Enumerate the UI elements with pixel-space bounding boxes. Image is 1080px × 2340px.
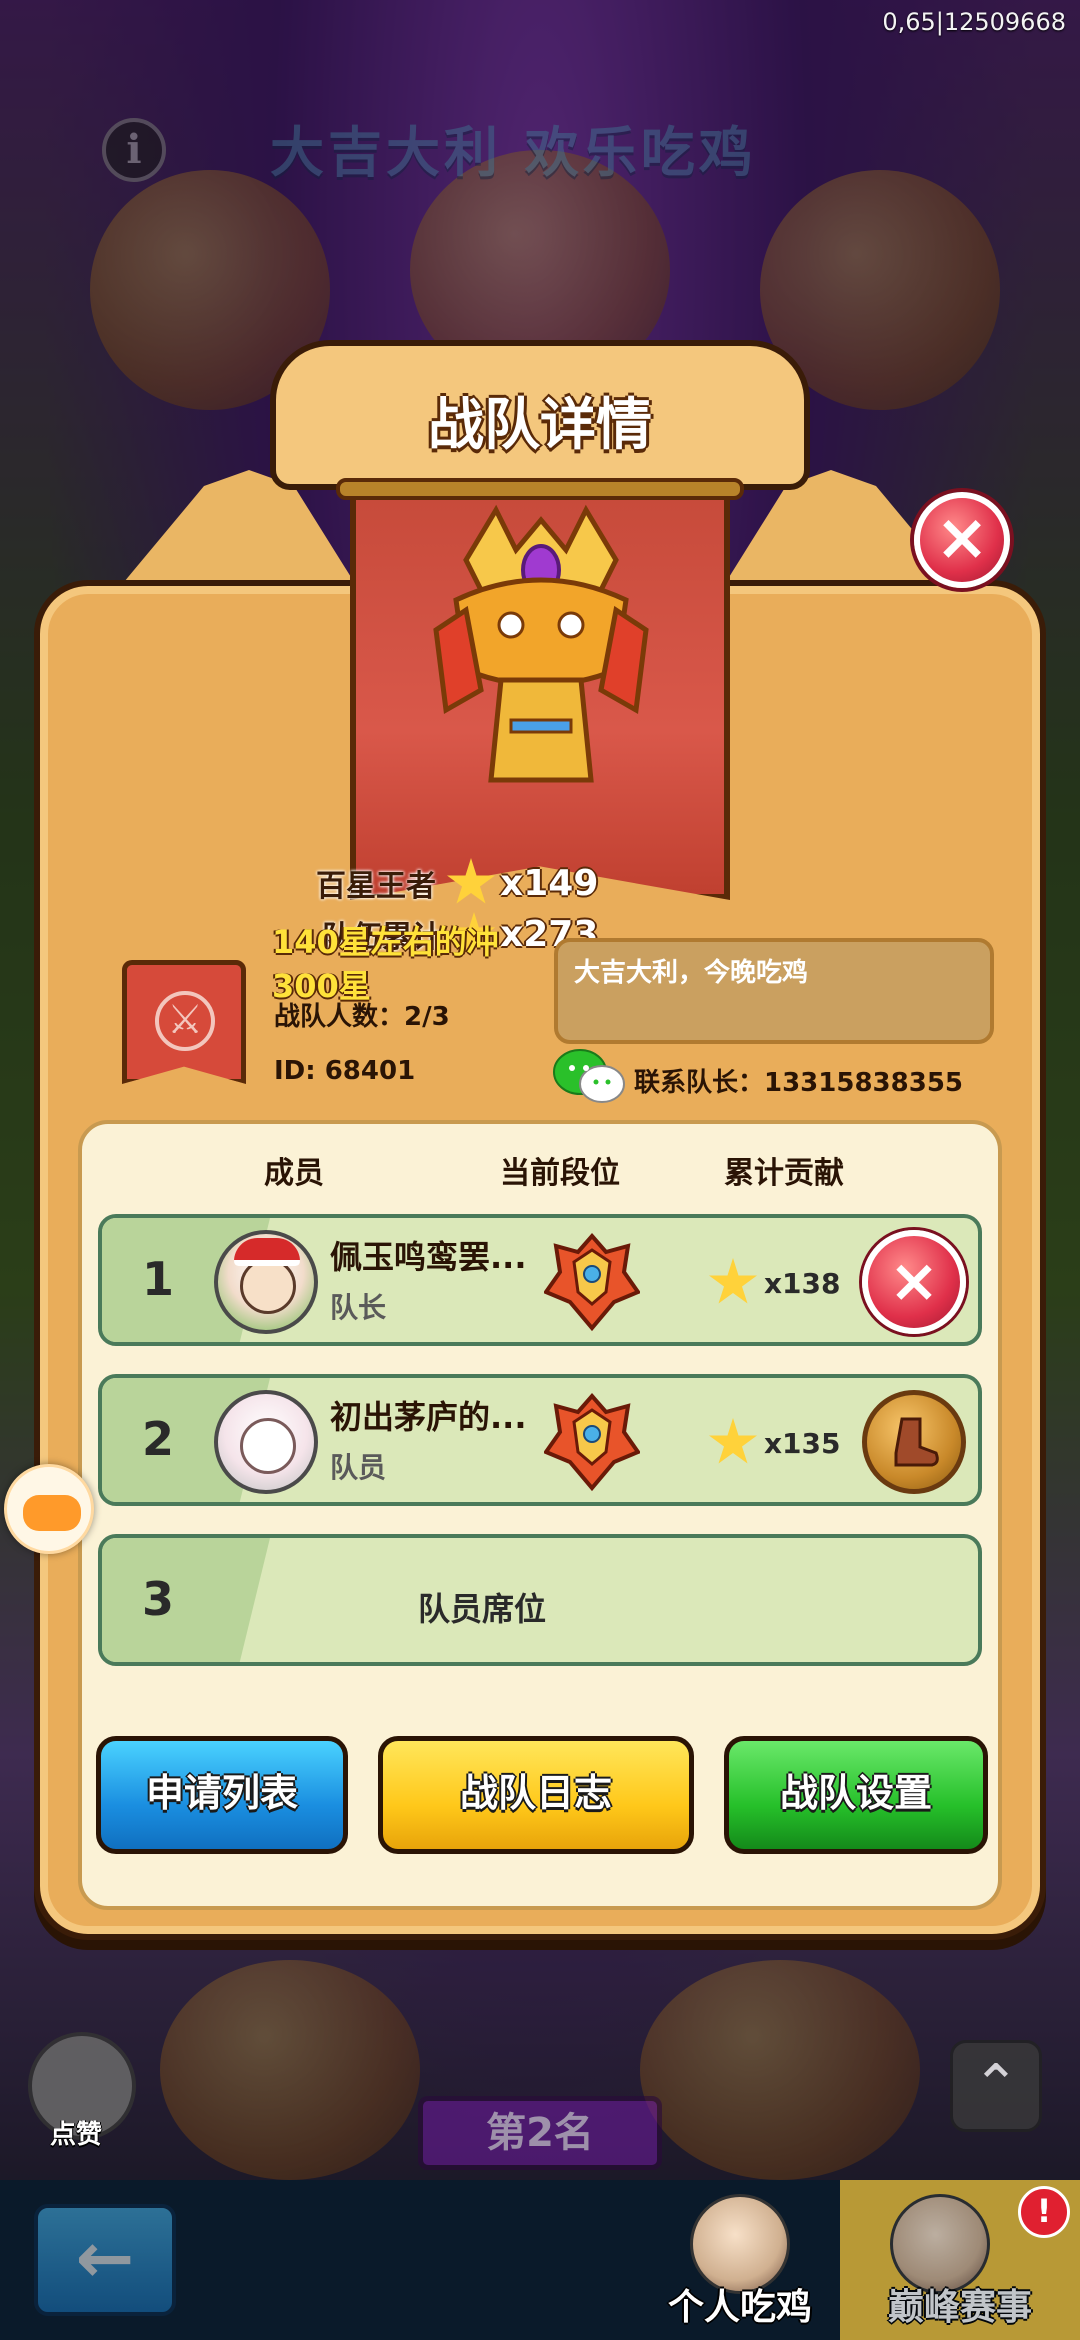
close-button[interactable]: × bbox=[914, 492, 1010, 588]
team-name: 140星左右的冲300星 bbox=[272, 923, 499, 1005]
member-name: 佩玉鸣鸾罢... bbox=[330, 1238, 527, 1276]
boot-icon bbox=[894, 1417, 939, 1467]
member-name: 初出茅庐的... bbox=[330, 1398, 527, 1436]
like-label: 点赞 bbox=[50, 2120, 103, 2150]
star-icon bbox=[709, 1258, 757, 1304]
team-log-button[interactable]: 战队日志 bbox=[378, 1736, 694, 1854]
avatar[interactable] bbox=[214, 1390, 318, 1494]
sword-icon: ⚔ bbox=[155, 991, 215, 1051]
star-icon bbox=[709, 1418, 757, 1464]
member-number: 2 bbox=[142, 1412, 175, 1466]
captain-contact: 联系队长：13315838355 bbox=[634, 1068, 963, 1098]
member-number: 1 bbox=[142, 1252, 175, 1306]
row-number-strip bbox=[102, 1538, 270, 1662]
floating-gamepad-button[interactable] bbox=[4, 1464, 94, 1554]
santa-hat-icon bbox=[234, 1238, 300, 1266]
avatar-face bbox=[240, 1418, 296, 1474]
wechat-icon bbox=[553, 1049, 625, 1103]
banner-rod bbox=[336, 478, 744, 500]
column-header-contribution: 累计贡献 bbox=[724, 1156, 844, 1191]
member-role: 队员 bbox=[330, 1451, 387, 1484]
rank-badge-icon bbox=[544, 1392, 640, 1492]
close-x-icon: × bbox=[935, 501, 989, 575]
kick-x-icon: × bbox=[888, 1246, 940, 1316]
tab-solo[interactable]: 个人吃鸡 bbox=[640, 2180, 840, 2340]
avatar[interactable] bbox=[214, 1230, 318, 1334]
team-id: ID: 68401 bbox=[274, 1056, 416, 1086]
team-settings-button[interactable]: 战队设置 bbox=[724, 1736, 988, 1854]
contribution-value: x135 bbox=[764, 1426, 841, 1460]
tab-label: 巅峰赛事 bbox=[887, 2287, 1032, 2328]
rank-badge-icon bbox=[544, 1232, 640, 1332]
member-row[interactable]: 1 佩玉鸣鸾罢... 队长 x138 × bbox=[98, 1214, 982, 1346]
hundred-star-value: x149 bbox=[500, 862, 599, 904]
avatar-face bbox=[240, 1258, 296, 1314]
arrow-left-icon: ← bbox=[75, 2217, 135, 2299]
hundred-star-label: 百星王者 bbox=[316, 869, 436, 904]
empty-member-slot[interactable]: 3 队员席位 bbox=[98, 1534, 982, 1666]
dialog-title: 战队详情 bbox=[428, 393, 652, 458]
debug-readout: 0,65|12509668 bbox=[882, 8, 1066, 36]
member-count: 战队人数：2/3 bbox=[274, 1002, 450, 1032]
team-slogan: 大吉大利，今晚吃鸡 bbox=[554, 938, 994, 1044]
dragon-rank-emblem-icon bbox=[433, 504, 649, 783]
member-row[interactable]: 2 初出茅庐的... 队员 x135 bbox=[98, 1374, 982, 1506]
chevron-up-icon: ⌃ bbox=[972, 2053, 1020, 2118]
slot-number: 3 bbox=[142, 1572, 175, 1626]
team-details-dialog: 战队详情 × 百星王者 x149 队伍累计 x273 ⚔ 140星左右的冲300… bbox=[34, 340, 1046, 1940]
alert-badge: ! bbox=[1018, 2186, 1070, 2238]
kick-member-button[interactable]: × bbox=[862, 1230, 966, 1334]
rank-label: 第2名 bbox=[418, 2096, 662, 2170]
contribution: x135 bbox=[708, 1418, 841, 1468]
gamepad-icon bbox=[23, 1495, 81, 1531]
slot-label: 队员席位 bbox=[418, 1590, 547, 1628]
member-role: 队长 bbox=[330, 1291, 387, 1324]
scroll-up-button[interactable]: ⌃ bbox=[950, 2040, 1042, 2132]
contribution-value: x138 bbox=[764, 1266, 841, 1300]
column-header-rank: 当前段位 bbox=[500, 1156, 620, 1191]
apply-list-button[interactable]: 申请列表 bbox=[96, 1736, 348, 1854]
star-icon bbox=[447, 858, 495, 904]
tab-label: 个人吃鸡 bbox=[667, 2287, 812, 2328]
back-button[interactable]: ← bbox=[34, 2204, 176, 2316]
boot-button[interactable] bbox=[862, 1390, 966, 1494]
column-header-member: 成员 bbox=[264, 1156, 324, 1191]
contribution: x138 bbox=[708, 1258, 841, 1308]
hundred-star-stat: 百星王者 x149 bbox=[316, 858, 598, 908]
